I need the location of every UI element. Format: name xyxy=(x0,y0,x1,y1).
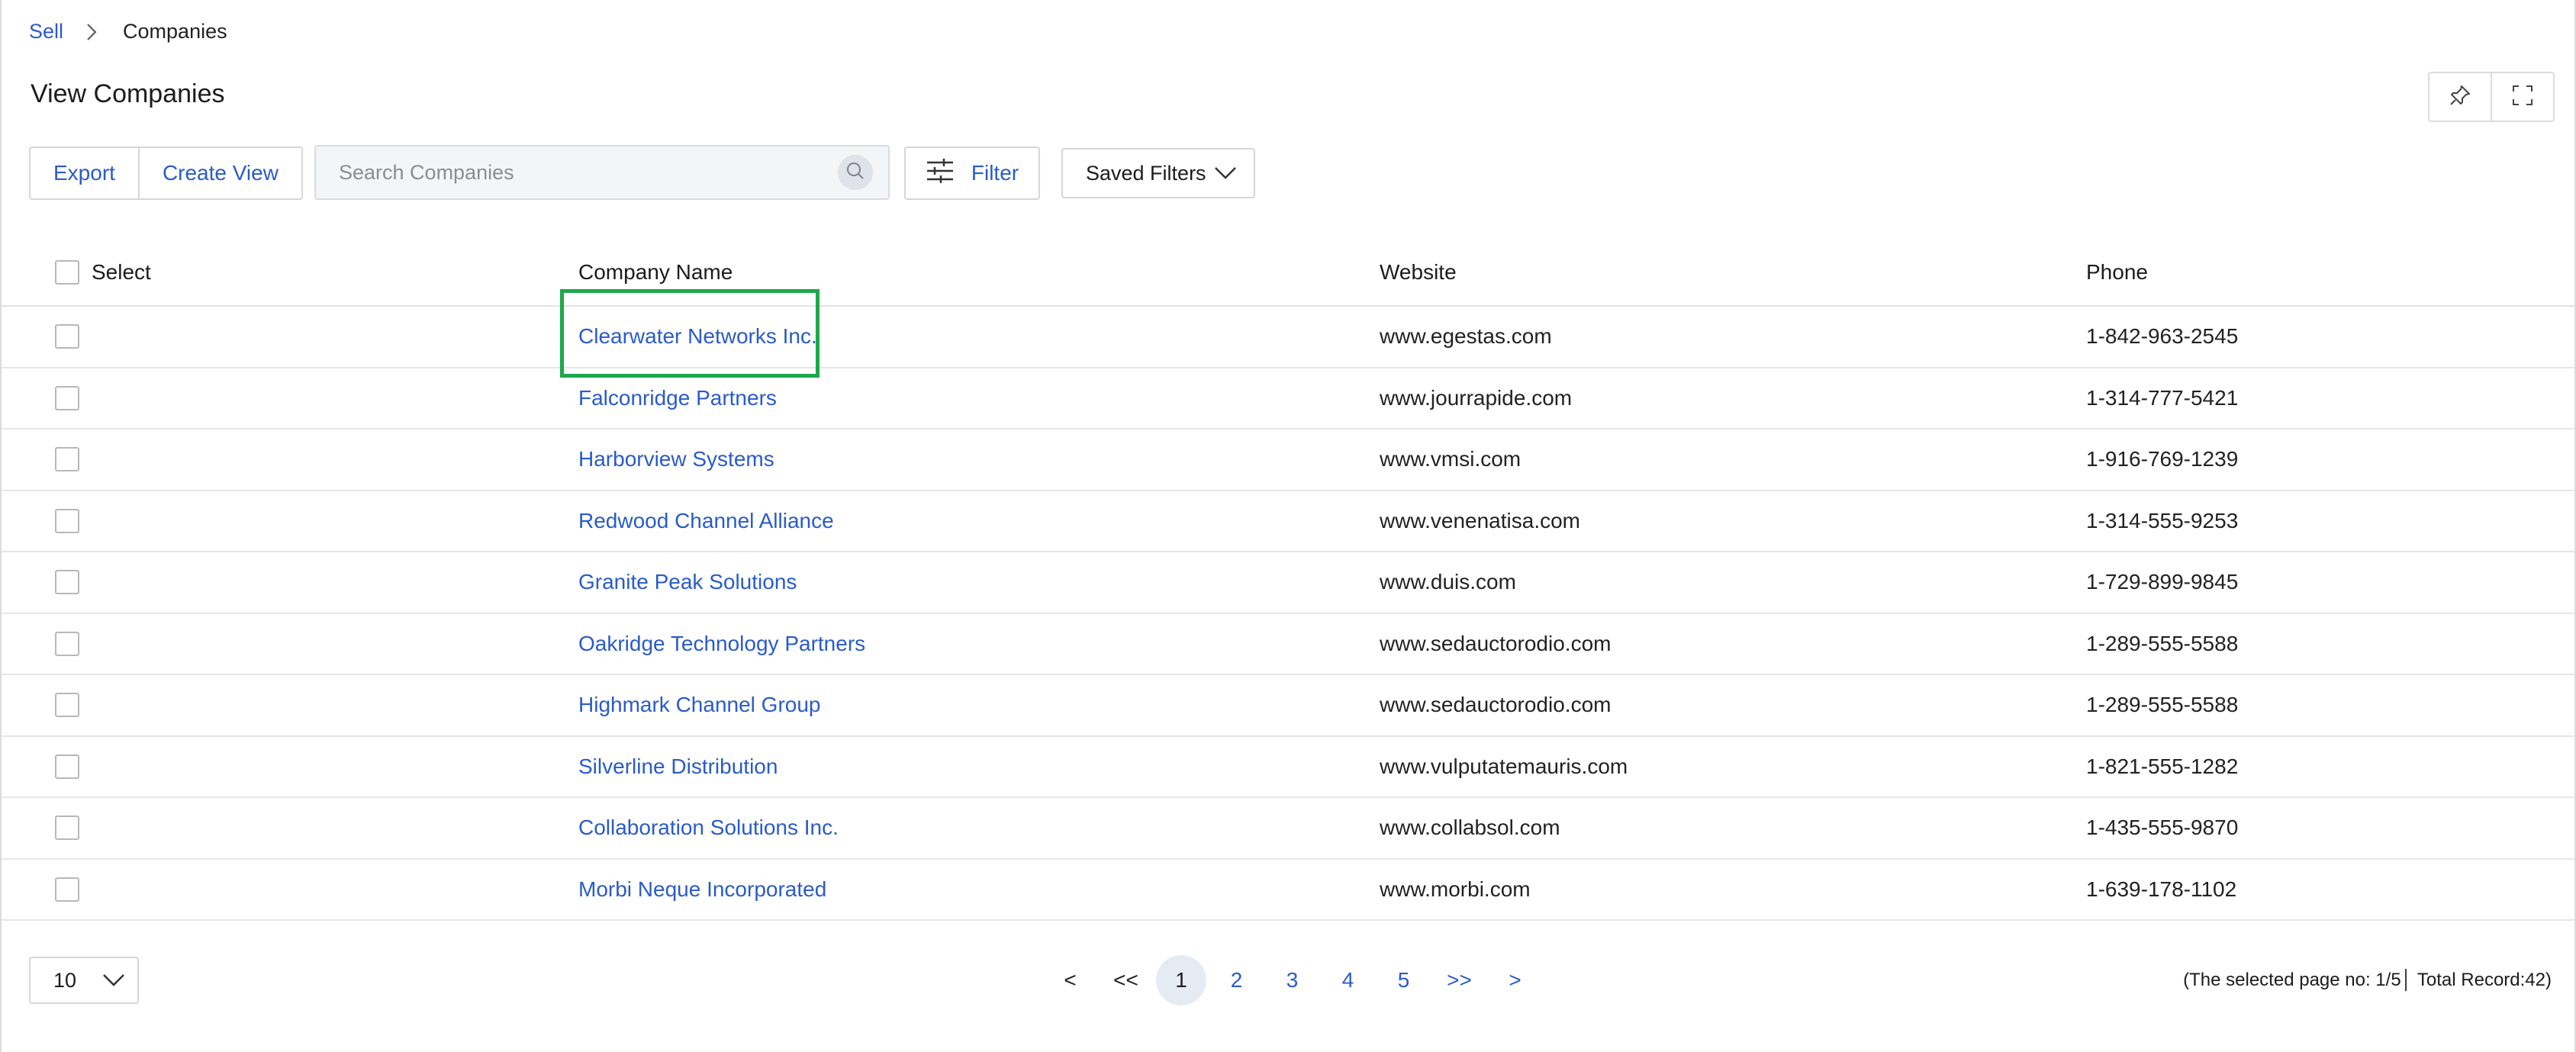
export-button[interactable]: Export xyxy=(31,148,138,198)
row-checkbox[interactable] xyxy=(55,447,79,472)
website-cell: www.vulputatemauris.com xyxy=(1380,754,1628,778)
page-size-select[interactable]: 10 xyxy=(29,957,139,1004)
table-row: Highmark Channel Group www.sedauctorodio.… xyxy=(2,675,2574,737)
phone-cell: 1-729-899-9845 xyxy=(2086,570,2239,594)
phone-cell: 1-821-555-1282 xyxy=(2086,754,2239,778)
website-cell: www.duis.com xyxy=(1380,570,1516,594)
saved-filters-dropdown[interactable]: Saved Filters xyxy=(1061,148,1255,198)
last-page-button[interactable]: >> xyxy=(1431,955,1487,1005)
phone-cell: 1-435-555-9870 xyxy=(2086,816,2239,840)
fullscreen-icon xyxy=(2511,84,2534,111)
breadcrumb: Sell Companies xyxy=(29,20,227,43)
company-name-link[interactable]: Granite Peak Solutions xyxy=(578,570,797,594)
breadcrumb-current: Companies xyxy=(123,20,227,43)
row-checkbox[interactable] xyxy=(55,385,79,410)
company-name-link[interactable]: Harborview Systems xyxy=(578,447,774,471)
company-name-link[interactable]: Falconridge Partners xyxy=(578,386,777,410)
search-input[interactable] xyxy=(339,160,838,185)
table-row: Redwood Channel Alliance www.venenatisa.c… xyxy=(2,491,2574,552)
company-name-link[interactable]: Clearwater Networks Inc. xyxy=(560,289,819,378)
table-header: Select Company Name Website Phone xyxy=(2,240,2574,307)
company-name-link[interactable]: Silverline Distribution xyxy=(578,754,778,779)
website-cell: www.venenatisa.com xyxy=(1380,508,1581,532)
phone-cell: 1-842-963-2545 xyxy=(2086,324,2239,349)
row-checkbox[interactable] xyxy=(55,631,79,656)
website-cell: www.vmsi.com xyxy=(1380,447,1521,471)
select-all-checkbox[interactable] xyxy=(55,260,79,285)
sliders-icon xyxy=(926,158,955,189)
table-row: Morbi Neque Incorporated www.morbi.com 1-6… xyxy=(2,860,2574,921)
website-cell: www.sedauctorodio.com xyxy=(1380,693,1612,717)
website-cell: www.sedauctorodio.com xyxy=(1380,631,1612,655)
table-body: Clearwater Networks Inc. www.egestas.com 1… xyxy=(2,289,2574,921)
phone-cell: 1-289-555-5588 xyxy=(2086,631,2239,655)
table-row: Oakridge Technology Partners www.sedaucto… xyxy=(2,614,2574,675)
breadcrumb-link-sell[interactable]: Sell xyxy=(29,20,63,43)
row-checkbox[interactable] xyxy=(55,508,79,533)
company-name-link[interactable]: Highmark Channel Group xyxy=(578,693,821,717)
row-checkbox[interactable] xyxy=(55,816,79,841)
phone-cell: 1-916-769-1239 xyxy=(2086,447,2239,471)
page-number-button[interactable]: 2 xyxy=(1209,955,1264,1005)
website-cell: www.morbi.com xyxy=(1380,877,1531,901)
chevron-right-icon xyxy=(86,23,97,41)
next-page-button[interactable]: > xyxy=(1487,955,1543,1005)
table-row: Silverline Distribution www.vulputatemaur… xyxy=(2,737,2574,798)
view-tools xyxy=(2428,72,2555,122)
pin-button[interactable] xyxy=(2429,73,2491,121)
chevron-down-icon xyxy=(1214,162,1237,185)
companies-page: Sell Companies View Companies Export Cre… xyxy=(0,0,2576,1052)
create-view-button[interactable]: Create View xyxy=(137,148,301,198)
website-cell: www.collabsol.com xyxy=(1380,816,1560,840)
pagination: < << 12345 >> > xyxy=(1042,955,1543,1005)
column-header-website: Website xyxy=(1380,260,1457,284)
page-number-button[interactable]: 5 xyxy=(1376,955,1431,1005)
column-header-select: Select xyxy=(92,260,151,284)
phone-cell: 1-314-777-5421 xyxy=(2086,385,2239,410)
table-row: Granite Peak Solutions www.duis.com 1-729-… xyxy=(2,552,2574,614)
companies-table: Select Company Name Website Phone Clearw… xyxy=(2,240,2574,921)
page-number-button[interactable]: 4 xyxy=(1320,955,1376,1005)
company-name-link[interactable]: Redwood Channel Alliance xyxy=(578,509,834,533)
action-buttons: Export Create View xyxy=(29,146,303,200)
pin-icon xyxy=(2449,84,2471,111)
first-page-button[interactable]: << xyxy=(1098,955,1154,1005)
website-cell: www.jourrapide.com xyxy=(1380,385,1573,410)
table-row: Collaboration Solutions Inc. www.collabso… xyxy=(2,798,2574,860)
table-row: Harborview Systems www.vmsi.com 1-916-769-… xyxy=(2,429,2574,491)
row-checkbox[interactable] xyxy=(55,324,79,349)
search-button[interactable] xyxy=(838,155,873,190)
chevron-down-icon xyxy=(102,969,125,992)
search-box xyxy=(314,145,890,200)
page-title: View Companies xyxy=(31,79,225,108)
row-checkbox[interactable] xyxy=(55,754,79,779)
row-checkbox[interactable] xyxy=(55,570,79,595)
pagination-status: (The selected page no: 1/5│ Total Record… xyxy=(2183,970,2552,990)
company-name-link[interactable]: Oakridge Technology Partners xyxy=(578,632,865,656)
column-header-company-name: Company Name xyxy=(578,260,733,284)
filter-button[interactable]: Filter xyxy=(904,146,1040,200)
table-row: Clearwater Networks Inc. www.egestas.com 1… xyxy=(2,289,2574,378)
page-size-value: 10 xyxy=(53,968,77,992)
row-checkbox[interactable] xyxy=(55,693,79,718)
company-name-link[interactable]: Collaboration Solutions Inc. xyxy=(578,816,839,840)
filter-label: Filter xyxy=(971,161,1019,185)
table-row: Falconridge Partners www.jourrapide.com 1-… xyxy=(2,368,2574,429)
column-header-phone: Phone xyxy=(2086,260,2148,284)
phone-cell: 1-639-178-1102 xyxy=(2086,877,2237,901)
phone-cell: 1-314-555-9253 xyxy=(2086,508,2239,532)
website-cell: www.egestas.com xyxy=(1380,324,1552,349)
fullscreen-button[interactable] xyxy=(2491,73,2553,121)
page-numbers: 12345 xyxy=(1154,955,1431,1005)
company-name-link[interactable]: Morbi Neque Incorporated xyxy=(578,877,826,902)
page-number-button[interactable]: 1 xyxy=(1156,955,1206,1005)
row-checkbox[interactable] xyxy=(55,877,79,902)
page-number-button[interactable]: 3 xyxy=(1264,955,1320,1005)
saved-filters-label: Saved Filters xyxy=(1086,161,1206,185)
phone-cell: 1-289-555-5588 xyxy=(2086,693,2239,717)
prev-page-button[interactable]: < xyxy=(1042,955,1098,1005)
search-icon xyxy=(845,161,865,185)
